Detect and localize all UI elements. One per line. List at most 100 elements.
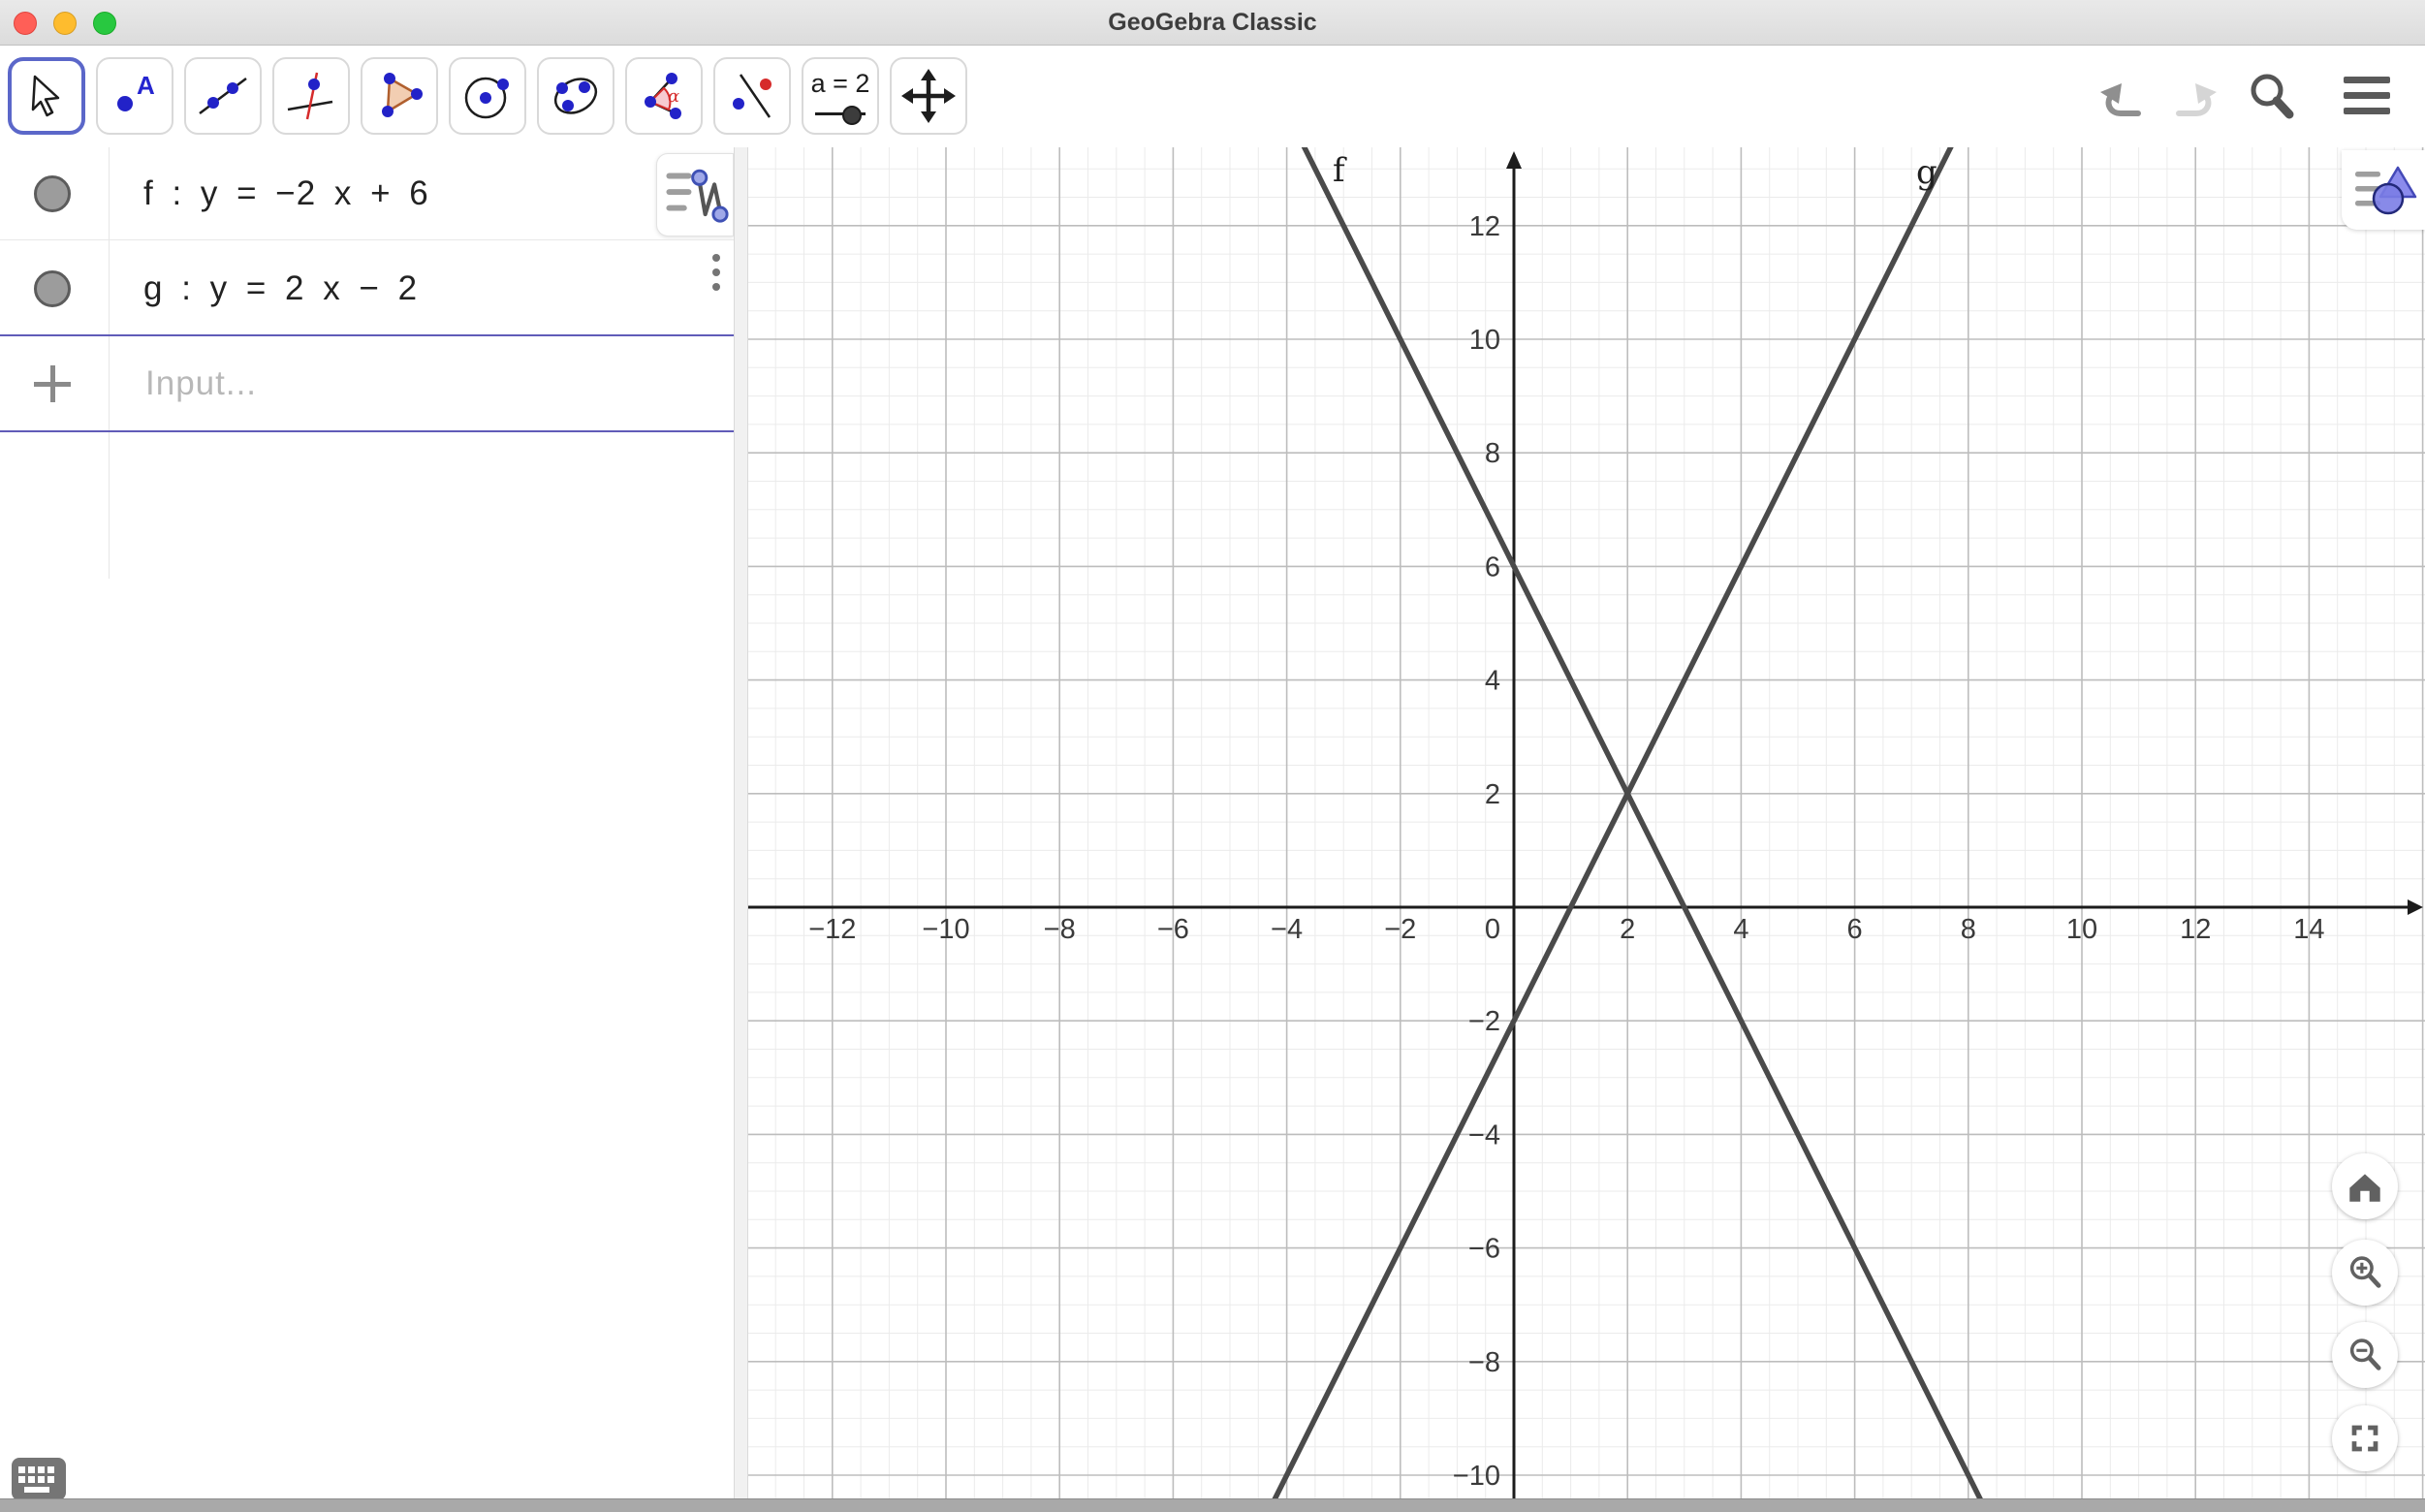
y-tick-label: −2: [1468, 1006, 1500, 1037]
stylebar-toggle-button[interactable]: [2342, 150, 2425, 230]
redo-button[interactable]: [2157, 57, 2231, 135]
y-tick-label: 8: [1485, 438, 1500, 469]
tool-move[interactable]: [8, 57, 85, 135]
x-tick-label: 2: [1620, 914, 1635, 945]
function-label-f[interactable]: f: [1333, 151, 1347, 190]
geogebra-window: GeoGebra Classic A: [0, 0, 2425, 1512]
ellipse-through-points-icon: [549, 69, 603, 123]
y-tick-label: 10: [1469, 325, 1500, 356]
x-axis[interactable]: [748, 899, 2423, 915]
panel-divider[interactable]: [734, 147, 748, 1498]
tool-perpendicular-line[interactable]: [272, 57, 350, 135]
tool-slider[interactable]: a = 2: [802, 57, 879, 135]
x-tick-label: 4: [1733, 914, 1748, 945]
home-icon: [2344, 1165, 2386, 1208]
tool-point[interactable]: A: [96, 57, 173, 135]
algebra-row-g[interactable]: g : y = 2 x − 2: [0, 239, 734, 336]
slider-label: a = 2: [803, 69, 877, 99]
x-tick-label: 12: [2180, 914, 2211, 945]
x-tick-label: −12: [808, 914, 856, 945]
slider-icon: a = 2: [803, 59, 877, 133]
stylebar-icon: [2342, 150, 2425, 230]
y-tick-label: 4: [1485, 666, 1500, 697]
equation-f[interactable]: f : y = −2 x + 6: [143, 147, 429, 239]
input-row-bottom-border: [0, 430, 734, 432]
function-line-f[interactable]: [748, 147, 2425, 1498]
fullscreen-icon: [2344, 1417, 2386, 1460]
tool-circle-center-point[interactable]: [449, 57, 526, 135]
y-tick-label: 2: [1485, 779, 1500, 810]
undo-button[interactable]: [2086, 57, 2159, 135]
y-tick-label: −6: [1468, 1234, 1500, 1265]
special-points-button[interactable]: [656, 153, 734, 236]
slider-track: [815, 112, 866, 115]
zoom-out-button[interactable]: [2332, 1322, 2398, 1388]
y-tick-label: 6: [1485, 551, 1500, 583]
visibility-marble-f[interactable]: [34, 175, 71, 212]
svg-text:A: A: [137, 71, 155, 100]
graphics-view[interactable]: −12−10−8−6−4−2246810121412108642−2−4−6−8…: [748, 147, 2425, 1498]
circle-with-center-icon: [460, 69, 515, 123]
hamburger-menu-icon: [2340, 71, 2394, 121]
y-tick-label: −8: [1468, 1347, 1500, 1378]
x-tick-label: −8: [1044, 914, 1076, 945]
search-button[interactable]: [2234, 57, 2308, 135]
x-tick-label: −6: [1157, 914, 1189, 945]
x-tick-label: 10: [2066, 914, 2097, 945]
kebab-dot: [712, 268, 720, 276]
move-graphics-icon: [901, 69, 956, 123]
y-tick-label: −10: [1453, 1461, 1500, 1492]
algebra-input-row[interactable]: [0, 335, 734, 431]
line-two-points-icon: [196, 69, 250, 123]
x-tick-label: −2: [1384, 914, 1416, 945]
window-bottom-bar: [0, 1498, 2425, 1512]
search-icon: [2242, 67, 2300, 125]
window-titlebar[interactable]: GeoGebra Classic: [0, 0, 2425, 46]
row-options-button[interactable]: [707, 254, 726, 302]
slider-knob: [842, 106, 862, 125]
kebab-dot: [712, 254, 720, 262]
function-line-g[interactable]: [748, 147, 2425, 1498]
tool-angle[interactable]: α: [625, 57, 703, 135]
tool-polygon[interactable]: [361, 57, 438, 135]
y-tick-label: −4: [1468, 1119, 1500, 1150]
function-inspector-icon: [657, 154, 733, 236]
keyboard-icon: [12, 1458, 66, 1500]
angle-icon: α: [637, 69, 691, 123]
plus-icon: [50, 365, 55, 402]
window-title: GeoGebra Classic: [0, 0, 2425, 45]
x-tick-label: −10: [922, 914, 969, 945]
redo-icon: [2165, 69, 2223, 123]
main-menu-button[interactable]: [2330, 57, 2404, 135]
svg-text:α: α: [668, 86, 679, 107]
toolbar: A: [0, 46, 2425, 148]
tool-line[interactable]: [184, 57, 262, 135]
x-tick-label: 8: [1961, 914, 1976, 945]
origin-label: 0: [1485, 914, 1500, 945]
tool-ellipse[interactable]: [537, 57, 614, 135]
zoom-in-icon: [2344, 1251, 2386, 1294]
tool-move-graphics[interactable]: [890, 57, 967, 135]
perpendicular-line-icon: [284, 69, 338, 123]
add-input-button[interactable]: [34, 365, 71, 402]
fullscreen-button[interactable]: [2332, 1405, 2398, 1471]
visibility-marble-g[interactable]: [34, 270, 71, 307]
cursor-icon: [19, 69, 74, 123]
point-icon: A: [108, 69, 162, 123]
y-axis[interactable]: [1506, 151, 1522, 1498]
home-view-button[interactable]: [2332, 1153, 2398, 1219]
x-tick-label: 6: [1847, 914, 1863, 945]
kebab-dot: [712, 283, 720, 291]
y-tick-label: 12: [1469, 211, 1500, 242]
undo-icon: [2094, 69, 2152, 123]
algebra-row-f[interactable]: f : y = −2 x + 6: [0, 147, 734, 239]
algebra-input-field[interactable]: [143, 347, 690, 421]
algebra-panel: f : y = −2 x + 6 g : y = 2 x − 2: [0, 147, 734, 1498]
zoom-in-button[interactable]: [2332, 1240, 2398, 1306]
tool-reflect[interactable]: [713, 57, 791, 135]
function-label-g[interactable]: g: [1916, 153, 1937, 192]
x-tick-label: 14: [2293, 914, 2324, 945]
virtual-keyboard-button[interactable]: [12, 1458, 66, 1500]
plot-canvas[interactable]: −12−10−8−6−4−2246810121412108642−2−4−6−8…: [748, 147, 2425, 1498]
equation-g[interactable]: g : y = 2 x − 2: [143, 240, 418, 336]
